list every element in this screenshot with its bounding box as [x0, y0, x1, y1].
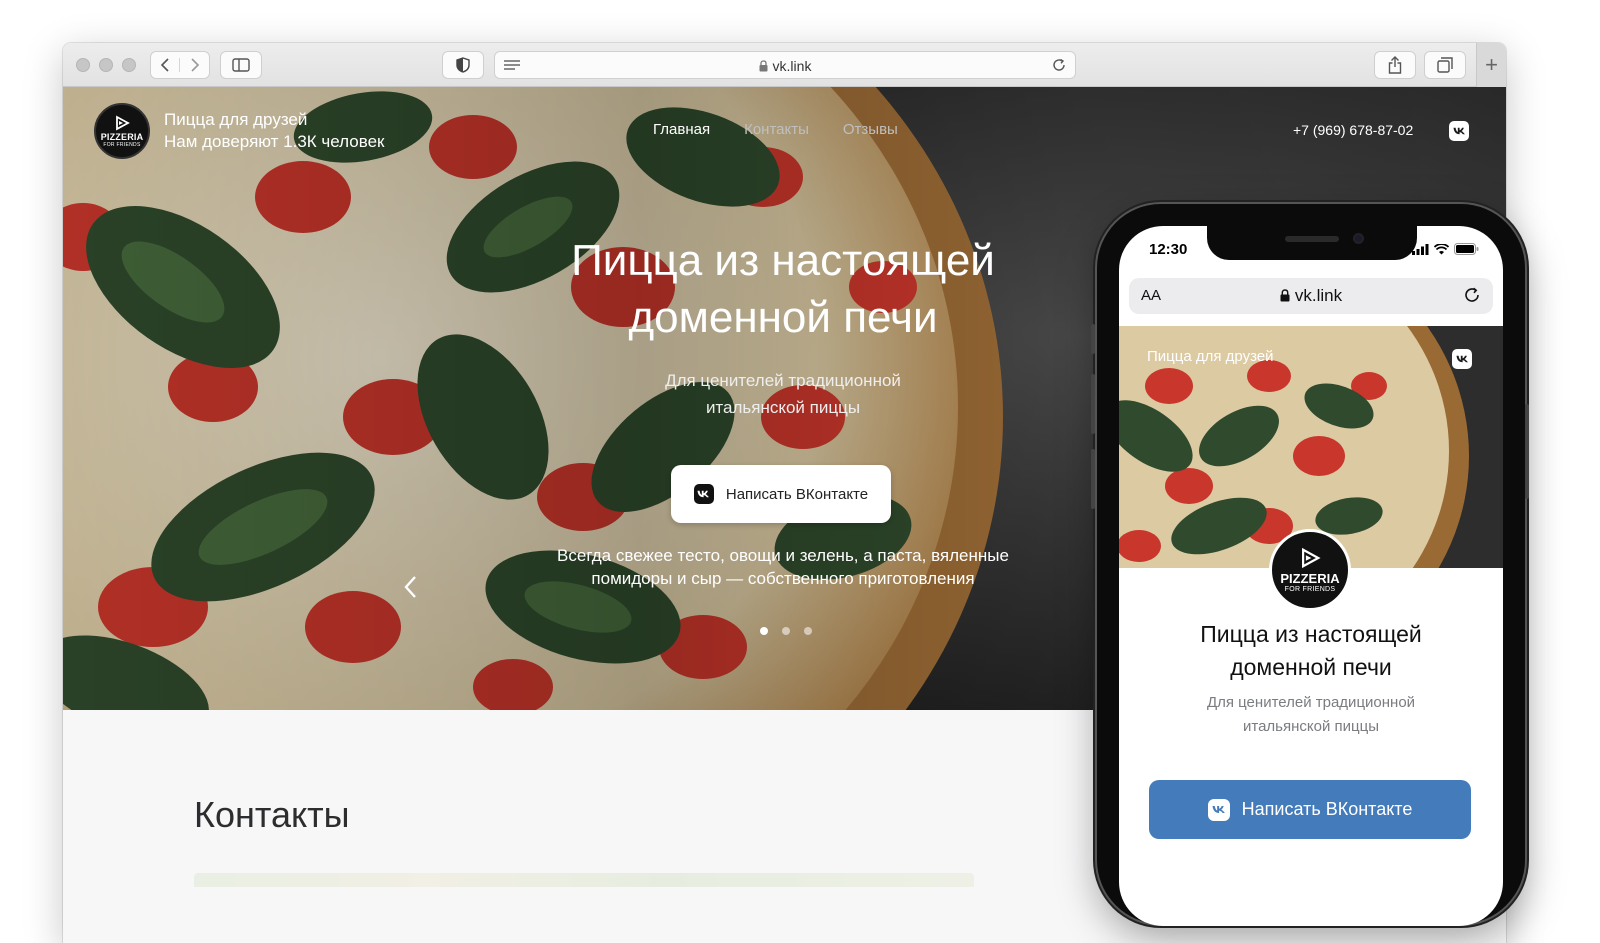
hero-title-line: доменной печи — [628, 293, 938, 342]
nav-item-reviews[interactable]: Отзывы — [843, 121, 898, 138]
vk-icon[interactable] — [1452, 349, 1472, 369]
main-nav: Главная Контакты Отзывы — [653, 121, 898, 138]
pizzeria-logo: PIZZERIA FOR FRIENDS — [94, 103, 150, 159]
vk-icon — [1207, 798, 1230, 821]
sidebar-icon — [232, 58, 250, 72]
battery-icon — [1454, 243, 1479, 255]
phone-title-line: доменной печи — [1230, 654, 1392, 680]
reload-icon[interactable] — [1463, 286, 1481, 309]
status-time: 12:30 — [1149, 241, 1188, 258]
write-vk-button-label: Написать ВКонтакте — [725, 485, 869, 503]
share-icon — [1388, 56, 1402, 74]
hero-subtitle-line: Для ценителей традиционной — [665, 371, 901, 390]
phone-number[interactable]: +7 (969) 678-87-02 — [1293, 122, 1413, 138]
history-nav — [150, 51, 210, 79]
write-vk-button[interactable]: Написать ВКонтакте — [671, 465, 891, 523]
nav-item-home[interactable]: Главная — [653, 121, 710, 138]
minimize-window-button[interactable] — [99, 58, 113, 72]
pizzeria-logo: PIZZERIA FOR FRIENDS — [1269, 529, 1351, 611]
brand-name: Пицца для друзей — [164, 110, 308, 129]
phone-write-vk-button-label: Написать ВКонтакте — [1241, 799, 1413, 819]
privacy-report-button[interactable] — [442, 51, 484, 79]
hero-subtitle: Для ценителей традиционной итальянской п… — [583, 367, 983, 421]
phone-subtitle-line: Для ценителей традиционной — [1206, 694, 1416, 711]
logo-subtext: FOR FRIENDS — [103, 141, 141, 148]
phone-notch — [1207, 226, 1417, 260]
sidebar-toggle-button[interactable] — [220, 51, 262, 79]
contacts-heading: Контакты — [194, 794, 350, 835]
zoom-window-button[interactable] — [122, 58, 136, 72]
forward-button[interactable] — [180, 58, 209, 72]
play-logo-icon — [116, 114, 130, 131]
slider-dot[interactable] — [782, 627, 790, 635]
tabs-icon — [1437, 57, 1453, 73]
slider-dot[interactable] — [760, 627, 768, 635]
address-bar[interactable]: vk.link — [494, 51, 1076, 79]
vk-icon — [693, 484, 714, 504]
signal-icon — [1412, 243, 1429, 255]
site-brand[interactable]: PIZZERIA FOR FRIENDS Пицца для друзей На… — [94, 103, 384, 159]
logo-text: PIZZERIA — [1280, 571, 1340, 586]
phone-address-bar[interactable]: AA vk.link — [1129, 278, 1493, 314]
chevron-right-icon — [190, 58, 199, 72]
hero-note-line: Всегда свежее тесто, овощи и зелень, а п… — [557, 546, 1009, 565]
wifi-icon — [1434, 243, 1449, 254]
logo-subtext: FOR FRIENDS — [1284, 586, 1336, 593]
phone-mockup: 12:30 AA vk.link Пицца для друзей PIZZER… — [1091, 204, 1529, 926]
back-button[interactable] — [151, 58, 181, 72]
browser-toolbar: vk.link + — [63, 43, 1506, 87]
share-button[interactable] — [1374, 51, 1416, 79]
hero-subtitle-line: итальянской пиццы — [705, 398, 861, 417]
logo-text: PIZZERIA — [100, 131, 144, 142]
phone-hero-subtitle: Для ценителей традиционной итальянской п… — [1159, 691, 1463, 739]
shield-icon — [456, 57, 470, 73]
phone-brand-name: Пицца для друзей — [1147, 348, 1274, 365]
hero-title-line: Пицца из настоящей — [571, 236, 995, 285]
chevron-left-icon — [160, 58, 169, 72]
play-logo-icon — [1302, 547, 1321, 569]
tab-overview-button[interactable] — [1424, 51, 1466, 79]
hero-note: Всегда свежее тесто, овощи и зелень, а п… — [503, 544, 1063, 590]
slider-prev-button[interactable] — [403, 575, 417, 604]
slider-dot[interactable] — [804, 627, 812, 635]
lock-icon — [1280, 289, 1290, 302]
phone-write-vk-button[interactable]: Написать ВКонтакте — [1149, 780, 1471, 839]
url-text: vk.link — [772, 58, 812, 74]
status-icons — [1412, 243, 1479, 255]
phone-url-text: vk.link — [1294, 286, 1343, 305]
map[interactable] — [194, 873, 974, 887]
lock-icon — [759, 59, 768, 75]
phone-subtitle-line: итальянской пиццы — [1243, 718, 1379, 735]
hero-title: Пицца из настоящей доменной печи — [483, 232, 1083, 346]
slider-pagination — [760, 627, 812, 635]
vk-icon[interactable] — [1449, 121, 1469, 141]
close-window-button[interactable] — [76, 58, 90, 72]
phone-hero-title: Пицца из настоящей доменной печи — [1139, 618, 1483, 684]
nav-item-contacts[interactable]: Контакты — [744, 121, 809, 138]
brand-tagline: Нам доверяют 1.3К человек — [164, 132, 385, 151]
phone-screen: 12:30 AA vk.link Пицца для друзей PIZZER… — [1119, 226, 1503, 926]
new-tab-button[interactable]: + — [1476, 43, 1506, 87]
reload-icon[interactable] — [1051, 57, 1067, 78]
chevron-left-icon — [404, 576, 416, 598]
hero-note-line: помидоры и сыр — собственного приготовле… — [591, 569, 975, 588]
phone-title-line: Пицца из настоящей — [1200, 621, 1422, 647]
